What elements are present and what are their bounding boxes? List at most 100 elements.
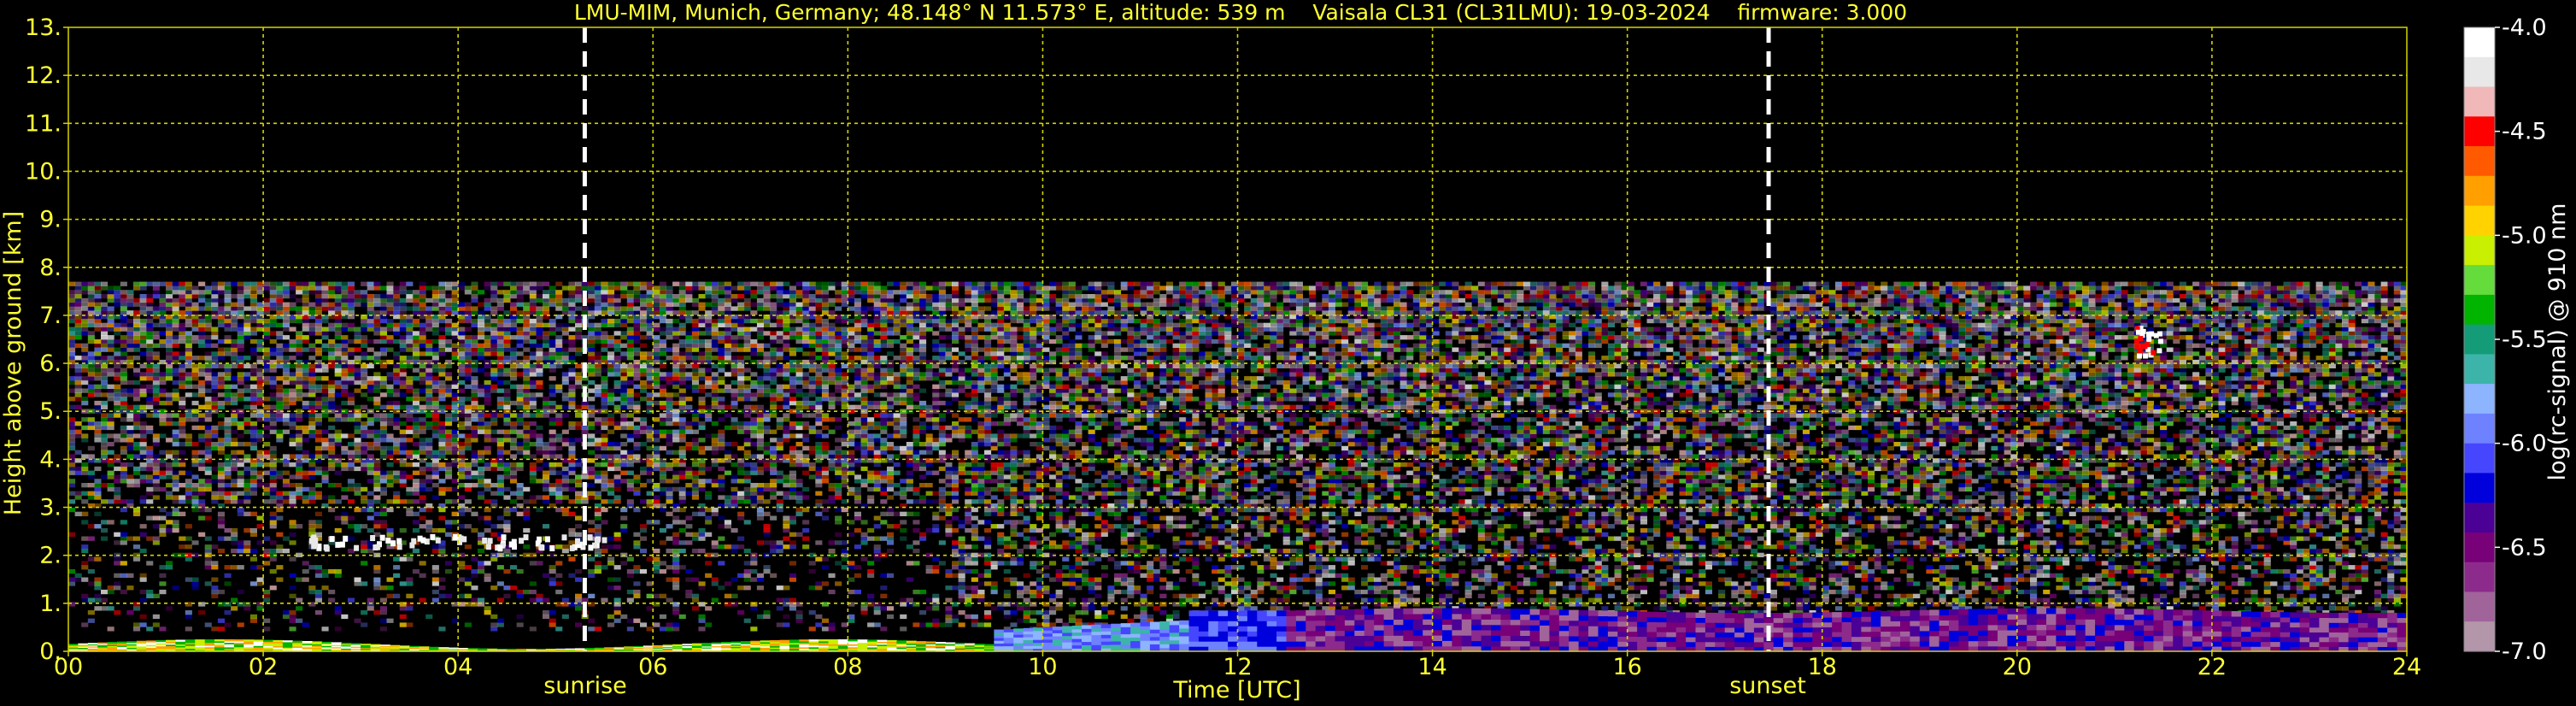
heatmap-cell	[731, 499, 738, 504]
heatmap-cell	[626, 589, 634, 595]
heatmap-cell	[321, 363, 329, 368]
heatmap-cell	[211, 445, 219, 451]
heatmap-cell	[425, 479, 433, 484]
heatmap-cell	[613, 372, 621, 377]
heatmap-cell	[620, 470, 628, 475]
heatmap-cell	[81, 343, 89, 348]
heatmap-cell	[633, 442, 641, 447]
heatmap-cell	[276, 306, 284, 311]
heatmap-cell	[74, 302, 82, 307]
heatmap-cell	[68, 568, 76, 574]
heatmap-cell	[224, 376, 232, 381]
heatmap-cell	[314, 470, 322, 475]
heatmap-cell	[770, 351, 777, 356]
heatmap-cell	[94, 356, 102, 361]
heatmap-cell	[354, 438, 361, 443]
heatmap-cell	[120, 532, 127, 537]
heatmap-cell	[81, 376, 89, 381]
heatmap-cell	[464, 347, 472, 352]
heatmap-cell	[231, 479, 238, 484]
heatmap-cell	[296, 379, 303, 385]
heatmap-cell	[249, 347, 257, 352]
heatmap-cell	[516, 388, 524, 393]
heatmap-cell	[289, 388, 296, 393]
heatmap-cell	[588, 438, 596, 443]
heatmap-cell	[575, 597, 583, 603]
heatmap-cell	[354, 425, 361, 431]
heatmap-cell	[393, 338, 401, 344]
heatmap-cell	[568, 470, 576, 475]
heatmap-cell	[386, 384, 394, 389]
heatmap-cell	[549, 438, 556, 443]
heatmap-cell	[478, 310, 485, 315]
heatmap-cell	[678, 302, 686, 307]
heatmap-cell	[172, 379, 179, 385]
heatmap-cell	[691, 281, 699, 286]
heatmap-cell	[314, 347, 322, 352]
heatmap-cell	[549, 290, 556, 295]
heatmap-cell	[126, 327, 134, 332]
heatmap-cell	[256, 433, 264, 438]
heatmap-cell	[496, 454, 504, 459]
heatmap-cell	[114, 556, 121, 562]
heatmap-cell	[347, 515, 355, 521]
heatmap-cell	[74, 450, 82, 455]
heatmap-cell	[224, 565, 232, 570]
heatmap-cell	[373, 486, 381, 492]
heatmap-cell	[555, 347, 563, 352]
heatmap-cell	[711, 294, 719, 299]
heatmap-cell	[406, 281, 414, 286]
heatmap-cell	[81, 356, 89, 361]
heatmap-cell	[406, 294, 414, 299]
heatmap-cell	[678, 343, 686, 348]
heatmap-cell	[490, 368, 498, 373]
heatmap-cell	[120, 438, 127, 443]
heatmap-cell	[678, 474, 686, 479]
heatmap-cell	[678, 425, 686, 431]
heatmap-cell	[373, 322, 381, 327]
heatmap-cell	[743, 347, 751, 352]
heatmap-cell	[581, 281, 589, 286]
heatmap-cell	[172, 297, 179, 303]
heatmap-cell	[406, 486, 414, 492]
heatmap-cell	[133, 536, 141, 541]
heatmap-cell	[276, 491, 284, 496]
heatmap-cell	[68, 397, 76, 402]
heatmap-cell	[412, 520, 420, 525]
heatmap-cell	[334, 335, 342, 340]
heatmap-cell	[626, 318, 634, 324]
heatmap-cell	[737, 285, 745, 291]
heatmap-cell	[464, 486, 472, 492]
heatmap-cell	[367, 479, 374, 484]
heatmap-cell	[490, 499, 498, 504]
heatmap-cell	[94, 524, 102, 529]
heatmap-cell	[379, 429, 387, 434]
heatmap-cell	[633, 331, 641, 336]
heatmap-cell	[296, 445, 303, 451]
heatmap-cell	[166, 527, 173, 533]
heatmap-cell	[296, 318, 303, 324]
heatmap-cell	[588, 568, 596, 574]
heatmap-cell	[711, 438, 719, 443]
heatmap-cell	[263, 318, 271, 324]
heatmap-cell	[691, 491, 699, 496]
heatmap-cell	[386, 372, 394, 377]
heatmap-cell	[244, 442, 251, 447]
heatmap-cell	[289, 379, 296, 385]
heatmap-cell	[179, 421, 186, 427]
heatmap-cell	[438, 285, 446, 291]
heatmap-cell	[179, 433, 186, 438]
heatmap-cell	[737, 388, 745, 393]
heatmap-cell	[484, 363, 491, 368]
heatmap-cell	[672, 363, 680, 368]
heatmap-cell	[640, 297, 648, 303]
heatmap-cell	[601, 507, 608, 513]
heatmap-cell	[425, 614, 433, 620]
heatmap-cell	[620, 351, 628, 356]
heatmap-cell	[249, 318, 257, 324]
heatmap-cell	[594, 363, 601, 368]
heatmap-cell	[302, 495, 309, 500]
heatmap-cell	[159, 433, 167, 438]
heatmap-cell	[354, 327, 361, 332]
heatmap-cell	[198, 507, 206, 513]
